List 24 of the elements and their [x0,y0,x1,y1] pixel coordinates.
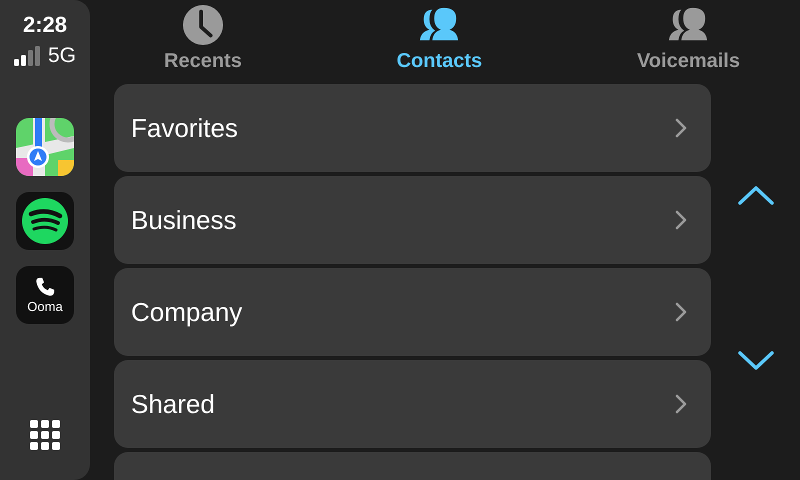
chevron-right-icon [675,302,687,322]
scroll-down-icon[interactable] [736,350,774,372]
clock-icon [180,4,225,46]
tab[interactable]: Recents [164,4,242,84]
status-time: 2:28 [22,12,68,38]
list-row[interactable]: Business [114,176,711,264]
list-row[interactable]: Favorites [114,84,711,172]
chevron-right-icon [675,394,687,414]
phone-app-icon[interactable]: Ooma [16,266,74,324]
row-label: Favorites [131,112,238,144]
tab[interactable]: Voicemails [636,4,740,84]
map-app-icon[interactable] [16,118,74,176]
scroll-up-icon[interactable] [736,184,774,206]
list-row[interactable]: Shared [114,360,711,448]
row-label: Company [131,296,242,328]
list-row[interactable]: Company [114,268,711,356]
network-type: 5G [48,44,76,68]
tab[interactable]: Contacts [396,4,482,84]
row-label: Shared [131,388,215,420]
row-label: Business [131,204,236,236]
app-grid-icon[interactable] [30,420,60,450]
music-app-icon[interactable] [16,192,74,250]
chevron-right-icon [675,118,687,138]
chevron-right-icon [675,210,687,230]
